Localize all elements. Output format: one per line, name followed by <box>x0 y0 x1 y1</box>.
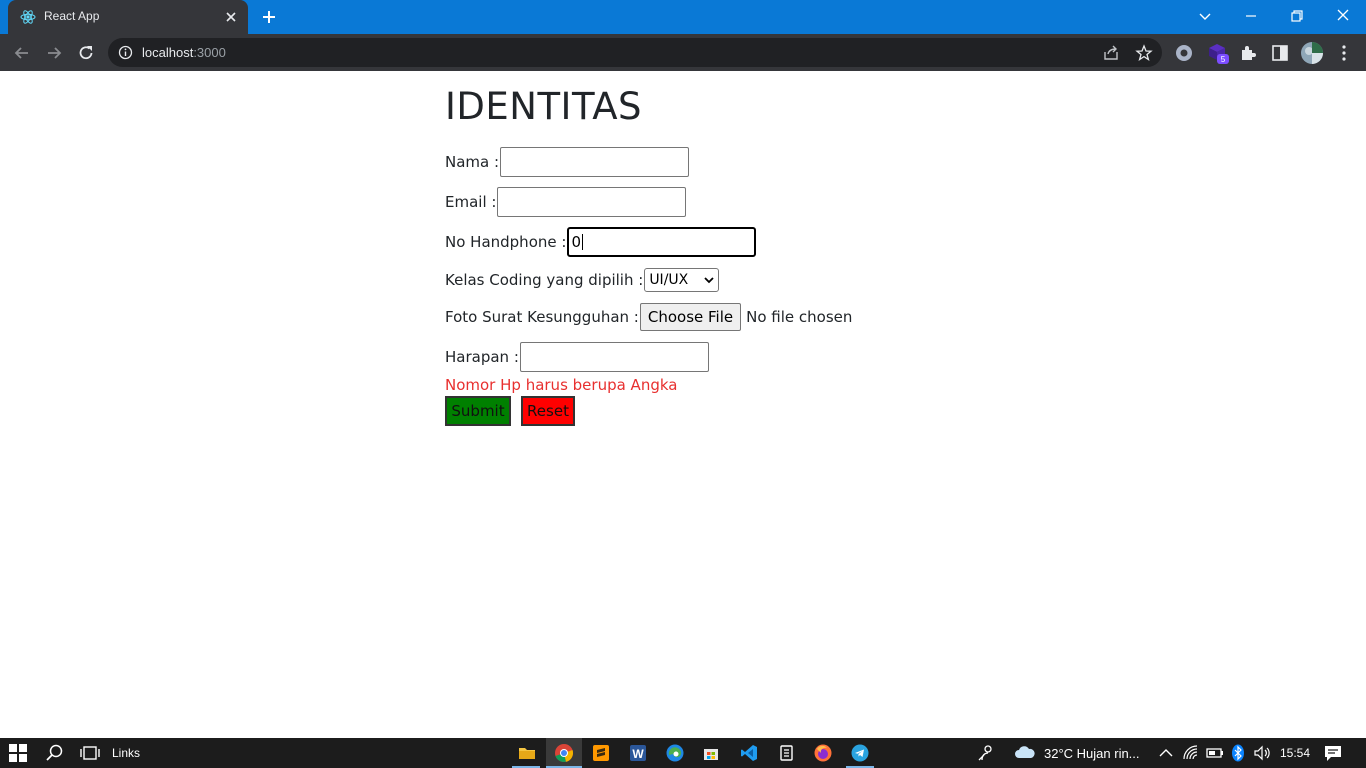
handphone-label: No Handphone : <box>445 233 567 251</box>
tab-title: React App <box>44 9 100 23</box>
extension-badge-icon[interactable]: 5 <box>1206 42 1232 64</box>
nama-input[interactable] <box>500 147 690 177</box>
kelas-row: Kelas Coding yang dipilih : UI/UX <box>445 268 720 292</box>
people-icon[interactable] <box>976 743 996 763</box>
close-tab-icon[interactable] <box>222 8 240 26</box>
edge-icon[interactable] <box>665 743 685 763</box>
new-tab-icon[interactable] <box>259 7 279 27</box>
browser-toolbar: localhost:3000 5 <box>0 34 1366 71</box>
browser-tab[interactable]: React App <box>8 0 248 34</box>
email-row: Email : <box>445 187 687 217</box>
show-hidden-icons-chevron-icon[interactable] <box>1156 743 1176 763</box>
microsoft-store-icon[interactable] <box>701 743 721 763</box>
address-bar[interactable]: localhost:3000 <box>108 38 1162 67</box>
file-status: No file chosen <box>746 308 853 326</box>
task-view-icon[interactable] <box>80 743 100 763</box>
react-icon <box>20 10 36 24</box>
extension-circle-icon[interactable] <box>1173 42 1195 64</box>
handphone-row: No Handphone : 0 <box>445 227 757 257</box>
text-cursor <box>581 234 583 250</box>
profile-avatar-icon[interactable] <box>1300 41 1324 65</box>
close-window-icon[interactable] <box>1331 5 1355 27</box>
file-explorer-icon[interactable] <box>517 743 537 763</box>
search-icon[interactable] <box>45 743 65 763</box>
choose-file-button[interactable]: Choose File <box>639 303 742 331</box>
restore-icon[interactable] <box>1285 5 1309 27</box>
nama-label: Nama : <box>445 153 500 171</box>
reload-icon[interactable] <box>75 42 97 64</box>
submit-button[interactable]: Submit <box>445 396 511 426</box>
nama-row: Nama : <box>445 147 690 177</box>
email-input[interactable] <box>497 187 687 217</box>
handphone-input[interactable]: 0 <box>567 227 757 257</box>
harapan-label: Harapan : <box>445 348 519 366</box>
kelas-label: Kelas Coding yang dipilih : <box>445 271 644 289</box>
chrome-menu-icon[interactable] <box>1333 42 1355 64</box>
tab-search-icon[interactable] <box>1193 5 1217 27</box>
word-icon[interactable]: W <box>628 743 648 763</box>
forward-icon[interactable] <box>43 42 65 64</box>
extensions-puzzle-icon[interactable] <box>1237 42 1259 64</box>
page-title: IDENTITAS <box>445 85 642 128</box>
share-icon[interactable] <box>1102 44 1120 62</box>
firefox-icon[interactable] <box>813 743 833 763</box>
bluetooth-icon[interactable] <box>1228 743 1248 763</box>
clock-time[interactable]: 15:54 <box>1280 746 1310 760</box>
error-message: Nomor Hp harus berupa Angka <box>445 376 678 394</box>
svg-text:W: W <box>632 747 644 761</box>
bookmark-star-icon[interactable] <box>1135 44 1153 62</box>
email-label: Email : <box>445 193 497 211</box>
chevron-down-icon <box>704 277 714 284</box>
web-page: IDENTITAS Nama : Email : No Handphone : … <box>0 71 1366 738</box>
sublime-text-icon[interactable] <box>591 743 611 763</box>
minimize-icon[interactable] <box>1239 5 1263 27</box>
telegram-icon[interactable] <box>850 743 870 763</box>
vscode-icon[interactable] <box>739 743 759 763</box>
site-info-icon[interactable] <box>118 45 133 60</box>
browser-tab-bar: React App <box>0 0 1366 34</box>
kelas-selected-value: UI/UX <box>649 272 689 288</box>
clipboard-app-icon[interactable] <box>776 743 796 763</box>
side-panel-icon[interactable] <box>1269 42 1291 64</box>
extension-badge-count: 5 <box>1221 55 1226 64</box>
chrome-icon[interactable] <box>554 743 574 763</box>
handphone-value: 0 <box>571 233 581 251</box>
kelas-select[interactable]: UI/UX <box>644 268 720 292</box>
windows-taskbar: Links W 32°C Hujan rin... 15:54 <box>0 738 1366 768</box>
url-text: localhost:3000 <box>142 45 226 60</box>
battery-icon[interactable] <box>1205 743 1225 763</box>
weather-cloud-icon <box>1015 746 1035 758</box>
harapan-row: Harapan : <box>445 342 709 372</box>
reset-button[interactable]: Reset <box>521 396 575 426</box>
foto-row: Foto Surat Kesungguhan : Choose File No … <box>445 303 852 331</box>
links-toolbar-label[interactable]: Links <box>112 746 140 760</box>
notifications-icon[interactable] <box>1323 743 1343 763</box>
weather-text[interactable]: 32°C Hujan rin... <box>1044 746 1140 761</box>
foto-label: Foto Surat Kesungguhan : <box>445 308 639 326</box>
wifi-icon[interactable] <box>1181 743 1201 763</box>
volume-icon[interactable] <box>1252 743 1272 763</box>
harapan-input[interactable] <box>519 342 709 372</box>
back-icon[interactable] <box>11 42 33 64</box>
windows-start-icon[interactable] <box>9 744 27 762</box>
